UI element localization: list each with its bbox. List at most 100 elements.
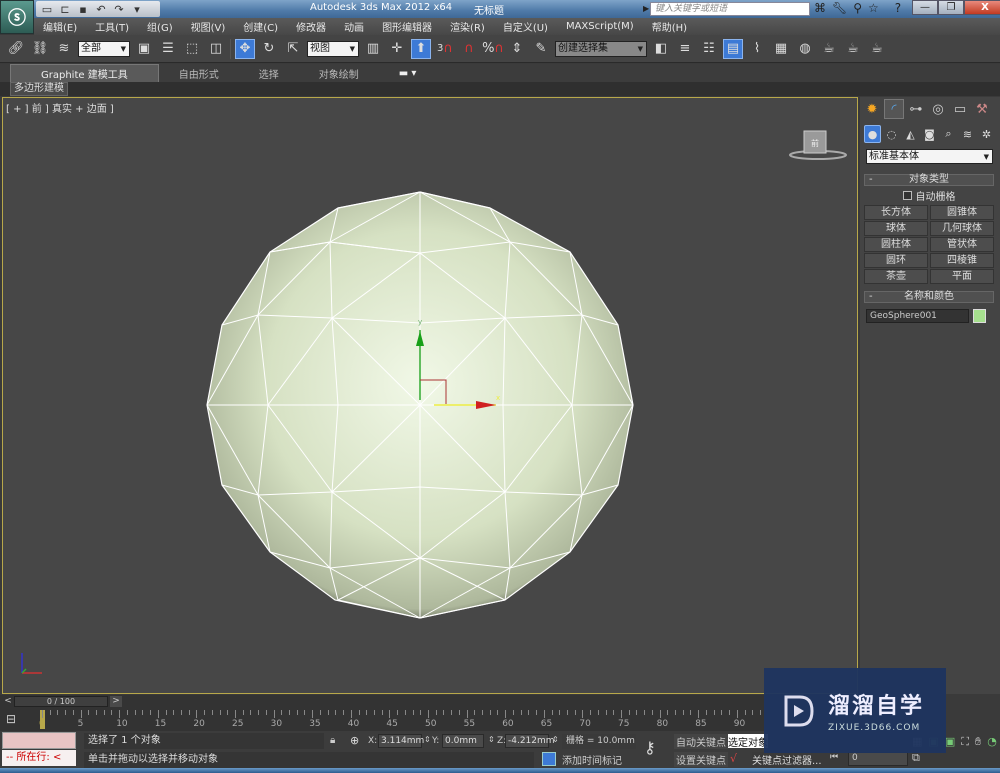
menu-modifiers[interactable]: 修改器 <box>287 19 335 34</box>
window-crossing-icon[interactable]: ◫ <box>206 39 226 59</box>
curve-editor-icon[interactable]: ⌇ <box>747 39 767 59</box>
select-move-icon[interactable]: ✥ <box>235 38 255 59</box>
z-coordinate-field[interactable]: -4.212mm <box>505 734 555 748</box>
selection-lock-icon[interactable]: 🔒︎ <box>330 735 335 746</box>
lights-icon[interactable]: ◭ <box>902 125 919 143</box>
edit-named-selection-icon[interactable]: ✎ <box>531 39 551 59</box>
tube-button[interactable]: 管状体 <box>930 237 994 252</box>
wrench-icon[interactable]: 🔧︎ <box>832 1 847 15</box>
viewport-label[interactable]: [ + ] 前 ] 真实 + 边面 ] <box>6 100 114 115</box>
object-type-rollout-header[interactable]: - 对象类型 <box>864 174 994 186</box>
snaps-toggle-icon[interactable]: 3 ∩ <box>435 39 455 59</box>
angle-snap-icon[interactable]: ∩ <box>459 39 479 59</box>
ribbon-tab-selection[interactable]: 选择 <box>239 66 299 81</box>
field-of-view-icon[interactable]: ⛶ <box>961 735 969 749</box>
torus-button[interactable]: 圆环 <box>864 253 928 268</box>
x-coordinate-field[interactable]: 3.114mm <box>378 734 424 748</box>
schematic-view-icon[interactable]: ▦ <box>771 39 791 59</box>
pyramid-button[interactable]: 四棱锥 <box>930 253 994 268</box>
open-file-icon[interactable]: ⊏ <box>58 3 72 16</box>
select-by-name-icon[interactable]: ☰ <box>158 39 178 59</box>
primitive-category-dropdown[interactable]: 标准基本体 <box>866 149 993 164</box>
align-icon[interactable]: ≡ <box>675 39 695 59</box>
object-color-swatch[interactable] <box>973 309 986 323</box>
absolute-mode-icon[interactable]: ⊕ <box>350 734 359 747</box>
unlink-icon[interactable]: ⛓︎ <box>30 39 50 59</box>
spacewarps-icon[interactable]: ≋ <box>959 125 976 143</box>
systems-icon[interactable]: ✲ <box>978 125 995 143</box>
maxscript-line-status[interactable]: -- 所在行: < <box>2 750 76 766</box>
key-filters-button[interactable]: 关键点过滤器... <box>752 752 822 767</box>
app-menu-button[interactable]: ⓢ <box>0 0 34 34</box>
spinner-snap-icon[interactable]: ⇕ <box>507 39 527 59</box>
cameras-icon[interactable]: ◙ <box>921 125 938 143</box>
help-icon[interactable]: ? <box>895 1 901 15</box>
panel-tab-polygon-modeling[interactable]: 多边形建模 <box>10 82 68 96</box>
render-setup-icon[interactable]: ☕︎ <box>819 39 839 59</box>
autogrid-checkbox[interactable] <box>902 191 912 200</box>
z-spinner[interactable]: ⇕ <box>552 735 559 744</box>
viewcube[interactable]: 前 <box>788 128 848 160</box>
zoom-extents-all-icon[interactable]: ▣ <box>945 735 955 749</box>
ribbon-tab-object-paint[interactable]: 对象绘制 <box>299 66 379 81</box>
ribbon-tab-graphite[interactable]: Graphite 建模工具 <box>10 63 159 83</box>
geometry-icon[interactable]: ● <box>864 125 881 143</box>
star-icon[interactable]: ☆ <box>868 1 879 15</box>
rendered-frame-icon[interactable]: ☕︎ <box>843 39 863 59</box>
maximize-button[interactable]: ❐ <box>938 0 964 15</box>
link-icon[interactable]: 🔗︎ <box>6 39 26 59</box>
orbit-icon[interactable]: ◔ <box>987 735 997 749</box>
add-time-tag-button[interactable]: 添加时间标记 <box>562 752 622 767</box>
utilities-tab-icon[interactable]: ⚒ <box>972 99 992 119</box>
create-tab-icon[interactable]: ✹ <box>862 99 882 119</box>
geosphere-button[interactable]: 几何球体 <box>930 221 994 236</box>
menu-edit[interactable]: 编辑(E) <box>34 19 86 34</box>
previous-frame-button[interactable]: < <box>2 696 14 707</box>
graphite-toggle-icon[interactable]: ▤ <box>723 38 743 59</box>
mirror-icon[interactable]: ◧ <box>651 39 671 59</box>
minimize-button[interactable]: — <box>912 0 938 15</box>
auto-key-button[interactable]: 自动关键点 <box>674 734 728 749</box>
time-tag-icon[interactable] <box>542 752 556 766</box>
helpers-icon[interactable]: ⌕ <box>940 125 957 143</box>
plane-button[interactable]: 平面 <box>930 269 994 284</box>
menu-maxscript[interactable]: MAXScript(M) <box>557 21 643 32</box>
menu-tools[interactable]: 工具(T) <box>86 19 138 34</box>
x-spinner[interactable]: ⇕ <box>424 735 431 744</box>
display-tab-icon[interactable]: ▭ <box>950 99 970 119</box>
layer-manager-icon[interactable]: ☷ <box>699 39 719 59</box>
close-button[interactable]: X <box>964 0 1000 15</box>
sphere-button[interactable]: 球体 <box>864 221 928 236</box>
cone-button[interactable]: 圆锥体 <box>930 205 994 220</box>
ribbon-tab-freeform[interactable]: 自由形式 <box>159 66 239 81</box>
reference-coord-dropdown[interactable]: 视图 <box>307 40 359 57</box>
goto-start-icon[interactable]: ⏮ <box>830 752 838 762</box>
satellite-icon[interactable]: ⚲ <box>853 1 862 15</box>
redo-icon[interactable]: ↷ <box>112 3 126 16</box>
bind-space-warp-icon[interactable]: ≋ <box>54 39 74 59</box>
cylinder-button[interactable]: 圆柱体 <box>864 237 928 252</box>
select-scale-icon[interactable]: ⇱ <box>283 39 303 59</box>
motion-tab-icon[interactable]: ◎ <box>928 99 948 119</box>
pivot-center-icon[interactable]: ▥ <box>363 39 383 59</box>
undo-icon[interactable]: ↶ <box>94 3 108 16</box>
geosphere-object[interactable]: y x <box>200 190 650 630</box>
object-name-input[interactable]: GeoSphere001 <box>866 309 969 323</box>
select-object-icon[interactable]: ▣ <box>134 39 154 59</box>
menu-graph-editors[interactable]: 图形编辑器 <box>373 19 441 34</box>
menu-create[interactable]: 创建(C) <box>234 19 287 34</box>
ribbon-options-icon[interactable]: ▬ ▾ <box>379 68 437 79</box>
modify-tab-icon[interactable]: ◜ <box>884 99 904 119</box>
menu-customize[interactable]: 自定义(U) <box>494 19 557 34</box>
render-production-icon[interactable]: ☕︎ <box>867 39 887 59</box>
set-key-button[interactable]: 设置关键点 <box>674 752 728 767</box>
menu-views[interactable]: 视图(V) <box>182 19 235 34</box>
save-icon[interactable]: ▪ <box>76 3 90 16</box>
current-frame-field[interactable]: 0 <box>848 752 908 766</box>
menu-group[interactable]: 组(G) <box>138 19 182 34</box>
menu-rendering[interactable]: 渲染(R) <box>441 19 494 34</box>
shapes-icon[interactable]: ◌ <box>883 125 900 143</box>
named-selection-dropdown[interactable]: 创建选择集 <box>555 40 647 57</box>
new-file-icon[interactable]: ▭ <box>40 3 54 16</box>
dropdown-icon[interactable]: ▾ <box>130 3 144 16</box>
